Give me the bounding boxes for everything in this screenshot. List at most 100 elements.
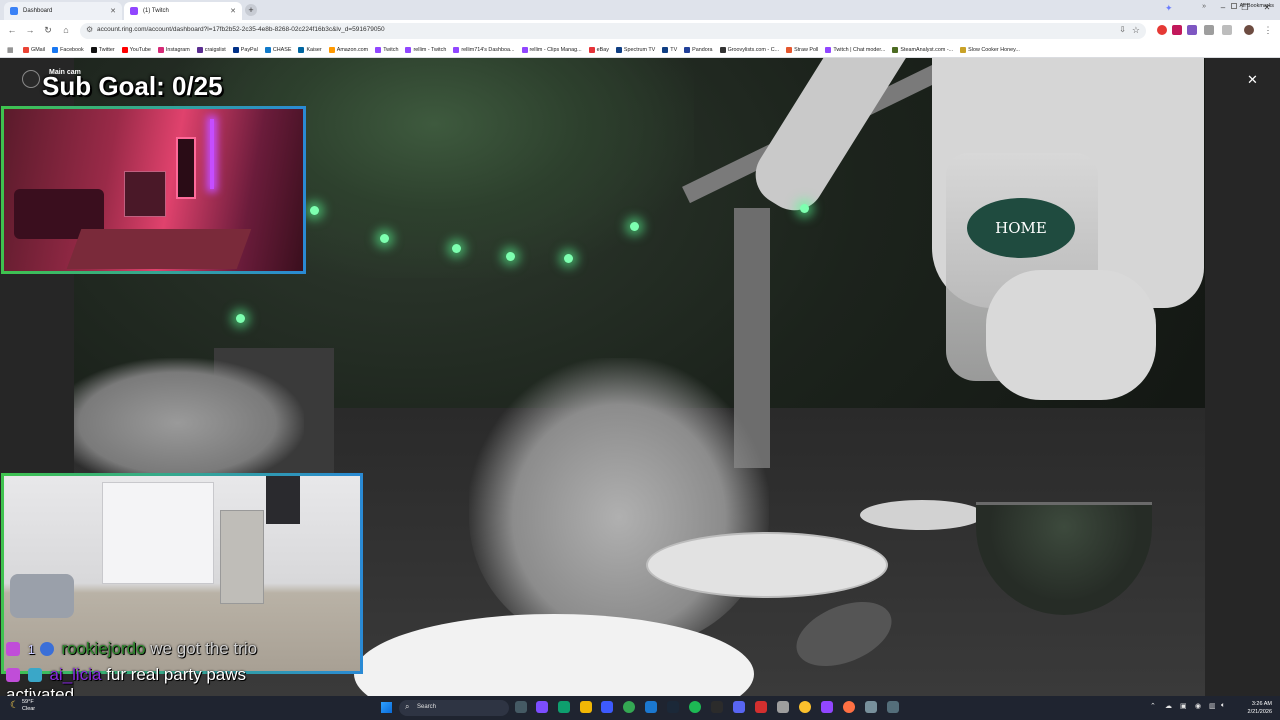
system-clock[interactable]: 3:26 AM 2/21/2026 [1236,700,1272,716]
gemini-sparkle-icon[interactable]: ✦ [1165,3,1173,14]
bookmark-item[interactable]: CHASE [264,46,291,53]
app-slate-icon[interactable] [887,701,899,713]
bookmark-item[interactable]: Kaiser [298,46,322,53]
steam-icon[interactable] [667,701,679,713]
bookmark-item[interactable]: Straw Poll [786,46,819,53]
settings-gear-icon[interactable] [865,701,877,713]
weather-widget[interactable]: ☾ 59°F Clear [10,699,35,713]
bookmark-item[interactable]: Pandora [684,46,713,53]
extension-purple-icon[interactable] [1187,25,1197,35]
new-tab-button[interactable]: + [245,4,257,16]
clock-time: 3:26 AM [1251,701,1272,707]
address-bar[interactable]: ⚙ account.ring.com/account/dashboard?l=1… [80,23,1146,39]
tab-close-icon[interactable]: ✕ [230,7,236,15]
forward-arrow-icon[interactable]: → [24,25,36,35]
bookmark-favicon-icon [157,46,164,53]
tab-dashboard[interactable]: Dashboard ✕ [4,2,122,20]
bookmark-item[interactable]: PayPal [232,46,258,53]
apps-grid-icon[interactable]: ▦ [7,46,15,54]
obs-icon[interactable] [711,701,723,713]
tab-close-icon[interactable]: ✕ [110,7,116,15]
bot-badge-icon [27,668,42,682]
app-yellow-icon[interactable] [799,701,811,713]
tab-twitch[interactable]: (1) Twitch ✕ [124,2,242,20]
file-explorer-icon[interactable] [580,701,592,713]
store-icon[interactable] [601,701,613,713]
onedrive-cloud-icon[interactable]: ☁ [1165,702,1172,710]
home-icon[interactable]: ⌂ [60,25,72,35]
bookmark-label: Straw Poll [794,46,819,53]
photos-icon[interactable] [645,701,657,713]
bookmark-item[interactable]: Slow Cooker Honey... [960,46,1020,53]
bookmark-item[interactable]: Twitch [375,46,398,53]
bookmark-star-icon[interactable]: ☆ [1132,25,1140,36]
cat-bed [10,574,74,618]
firefox-icon[interactable] [843,701,855,713]
cat-center [469,358,769,648]
extension-red-icon[interactable] [1172,25,1182,35]
bookmark-item[interactable]: Amazon.com [328,46,369,53]
bookmark-item[interactable]: rellim - Clips Manag... [521,46,582,53]
string-light [236,314,245,323]
bookmark-favicon-icon [375,46,382,53]
side-panel-icon[interactable] [1222,25,1232,35]
bookmark-item[interactable]: Facebook [52,46,84,53]
doorway [176,137,196,199]
app-red-icon[interactable] [755,701,767,713]
bookmark-item[interactable]: Twitch | Chat moder... [825,46,885,53]
bookmark-label: rellim714's Dashboa... [461,46,515,53]
bookmark-item[interactable]: Groovylists.com - C... [719,46,779,53]
camera-icon[interactable] [22,70,40,88]
chat-text: we got the trio [150,639,258,658]
extensions-puzzle-icon[interactable] [1204,25,1214,35]
volume-icon[interactable]: 🔈︎ [1221,702,1225,710]
bookmark-item[interactable]: Instagram [157,46,190,53]
site-info-icon[interactable]: ⚙ [86,25,93,34]
tray-chevron-icon[interactable]: ⌃ [1150,702,1156,710]
copilot-icon[interactable] [536,701,548,713]
bookmark-favicon-icon [23,46,29,53]
bookmark-item[interactable]: rellim714's Dashboa... [453,46,515,53]
bookmark-item[interactable]: YouTube [121,46,151,53]
profile-avatar[interactable] [1244,25,1254,35]
menu-kebab-icon[interactable]: ⋮ [1262,25,1274,36]
bookmark-item[interactable]: Spectrum TV [615,46,655,53]
browser-tab-bar: Dashboard ✕ (1) Twitch ✕ + ✦ – ❐ ✕ [0,0,1280,20]
chat-username: rookiejordo [61,639,146,658]
app-gray-icon[interactable] [777,701,789,713]
more-bookmarks-chevron-icon[interactable]: » [1202,3,1206,10]
tab-title: (1) Twitch [143,8,169,14]
subscriber-badge-icon [6,668,20,682]
windows-start-icon[interactable] [381,702,392,713]
task-view-icon[interactable] [515,701,527,713]
chrome-icon[interactable] [623,701,635,713]
install-app-icon[interactable]: ⇩ [1119,25,1126,34]
back-arrow-icon[interactable]: ← [6,25,18,35]
tray-app-icon[interactable]: ▣ [1180,702,1187,710]
bookmark-item[interactable]: TV [662,46,677,53]
bookmark-item[interactable]: SteamAnalyst.com -... [892,46,953,53]
spotify-icon[interactable] [689,701,701,713]
close-video-button[interactable]: ✕ [1247,72,1258,88]
jar-label: HOME [967,198,1075,258]
twitch-app-icon[interactable] [821,701,833,713]
network-icon[interactable]: ▥ [1209,702,1216,710]
person-hand [986,270,1156,400]
moon-icon: ☾ [10,700,19,711]
discord-icon[interactable] [733,701,745,713]
reload-icon[interactable]: ↻ [42,25,54,36]
chat-message: ai_licia fur real party paws [6,665,246,685]
bookmark-favicon-icon [196,46,203,53]
all-bookmarks-folder[interactable]: All Bookmarks [1230,3,1274,9]
bookmark-item[interactable]: eBay [588,46,609,53]
bookmark-item[interactable]: GMail [23,46,45,53]
bookmark-favicon-icon [615,46,622,53]
bookmark-item[interactable]: craigslist [196,46,226,53]
extension-adblock-icon[interactable] [1157,25,1167,35]
bookmark-item[interactable]: Twitter [90,46,115,53]
bookmark-label: Amazon.com [336,46,369,53]
bookmark-item[interactable]: rellim - Twitch [405,46,446,53]
taskbar-search[interactable]: ⌕ Search [399,700,509,716]
tray-app-icon[interactable]: ◉ [1195,702,1201,710]
edge-icon[interactable] [558,701,570,713]
